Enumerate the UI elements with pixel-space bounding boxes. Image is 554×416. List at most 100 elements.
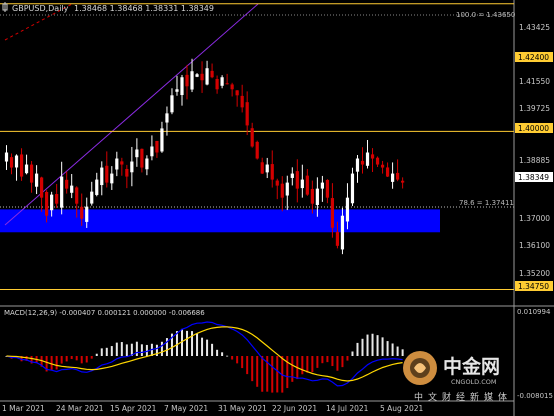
- macd-bar: [361, 338, 364, 356]
- macd-bar: [70, 356, 73, 360]
- candle: [305, 169, 309, 196]
- macd-bar: [261, 356, 264, 392]
- symbol-header: GBPUSD,Daily 1.38468 1.38468 1.38331 1.3…: [2, 2, 214, 13]
- candle: [215, 75, 219, 94]
- macd-axis-top: 0.010994: [517, 308, 551, 316]
- macd-bar: [201, 337, 204, 356]
- y-tick: 1.35200: [519, 269, 550, 278]
- macd-bar: [316, 356, 319, 368]
- macd-bar: [251, 356, 254, 382]
- candle: [220, 75, 224, 89]
- macd-bar: [160, 341, 163, 356]
- macd-bar: [236, 356, 239, 364]
- macd-bar: [321, 356, 324, 364]
- macd-bar: [306, 356, 309, 373]
- macd-bar: [256, 356, 259, 387]
- macd-bar: [311, 356, 314, 373]
- macd-bar: [65, 356, 68, 362]
- macd-bar: [226, 355, 229, 357]
- candle: [235, 90, 239, 107]
- svg-text:1.38349: 1.38349: [518, 173, 549, 182]
- candle: [160, 121, 164, 153]
- candle: [150, 135, 154, 161]
- macd-bar: [241, 356, 244, 369]
- y-tick: 1.39725: [519, 104, 550, 113]
- chart-type-icon: [2, 2, 8, 12]
- candle: [90, 181, 94, 206]
- watermark-brand: 中金网: [443, 355, 500, 378]
- macd-bar: [356, 342, 359, 356]
- macd-bar: [175, 331, 178, 356]
- fib-100-label: 100.0 = 1.43650: [456, 11, 515, 19]
- macd-bar: [221, 352, 224, 356]
- candle: [360, 147, 365, 174]
- svg-text:1.42400: 1.42400: [518, 53, 549, 62]
- candle: [395, 159, 400, 182]
- macd-bar: [386, 341, 389, 356]
- macd-bar: [105, 347, 108, 356]
- candle: [95, 172, 99, 197]
- macd-bar: [336, 356, 339, 371]
- x-tick: 7 May 2021: [164, 404, 208, 413]
- candle: [170, 88, 174, 115]
- candle: [380, 160, 385, 174]
- macd-bar: [85, 356, 88, 363]
- macd-bar: [271, 356, 274, 393]
- candle: [60, 161, 64, 215]
- macd-bar: [95, 353, 98, 356]
- candle: [375, 156, 380, 168]
- candle: [4, 145, 9, 170]
- macd-bar: [396, 346, 399, 356]
- macd-bar: [135, 341, 138, 356]
- macd-bar: [381, 337, 384, 356]
- macd-bar: [196, 333, 199, 356]
- macd-label: MACD(12,26,9) -0.000407 0.000121 0.00000…: [4, 309, 205, 317]
- ohlc-values: 1.38468 1.38468 1.38331 1.38349: [74, 4, 214, 13]
- macd-bar: [206, 339, 209, 356]
- level-label-2: 1.40000: [515, 123, 553, 133]
- y-tick: 1.36100: [519, 241, 550, 250]
- macd-bar: [351, 351, 354, 356]
- candle: [401, 177, 405, 189]
- level-label-1: 1.42400: [515, 52, 553, 62]
- macd-bar: [145, 344, 148, 356]
- current-price-label: 1.38349: [515, 172, 553, 182]
- candle: [110, 166, 114, 190]
- candle: [29, 161, 34, 193]
- macd-bar: [291, 356, 294, 382]
- macd-bar: [120, 342, 123, 356]
- macd-bar: [115, 342, 118, 356]
- time-axis: 1 Mar 2021 24 Mar 2021 15 Apr 2021 7 May…: [2, 404, 423, 413]
- candle: [140, 148, 144, 173]
- candle: [70, 173, 74, 199]
- macd-bar: [211, 343, 214, 356]
- candle: [385, 162, 390, 177]
- candle: [125, 164, 129, 189]
- macd-bar: [110, 346, 113, 356]
- candle: [9, 153, 14, 175]
- candle: [300, 164, 304, 198]
- candle: [55, 183, 59, 208]
- candle: [155, 140, 159, 158]
- macd-bar: [90, 356, 93, 359]
- candle: [320, 175, 324, 202]
- candle: [19, 148, 24, 181]
- macd-bar: [60, 356, 63, 364]
- macd-bar: [331, 356, 334, 367]
- candle: [225, 73, 229, 85]
- x-tick: 14 Jul 2021: [326, 404, 369, 413]
- macd-bar: [55, 356, 58, 370]
- candle: [145, 155, 149, 176]
- candle: [135, 138, 139, 167]
- y-tick: 1.41550: [519, 77, 550, 86]
- macd-bar: [125, 344, 128, 356]
- candle: [295, 159, 299, 203]
- x-tick: 15 Apr 2021: [110, 404, 157, 413]
- candle: [280, 176, 284, 212]
- price-chart[interactable]: GBPUSD,Daily 1.38468 1.38468 1.38331 1.3…: [0, 0, 554, 416]
- x-tick: 22 Jun 2021: [272, 404, 317, 413]
- macd-bar: [376, 335, 379, 356]
- candle: [325, 179, 330, 204]
- macd-signal-line: [6, 326, 403, 382]
- macd-bar: [246, 356, 249, 375]
